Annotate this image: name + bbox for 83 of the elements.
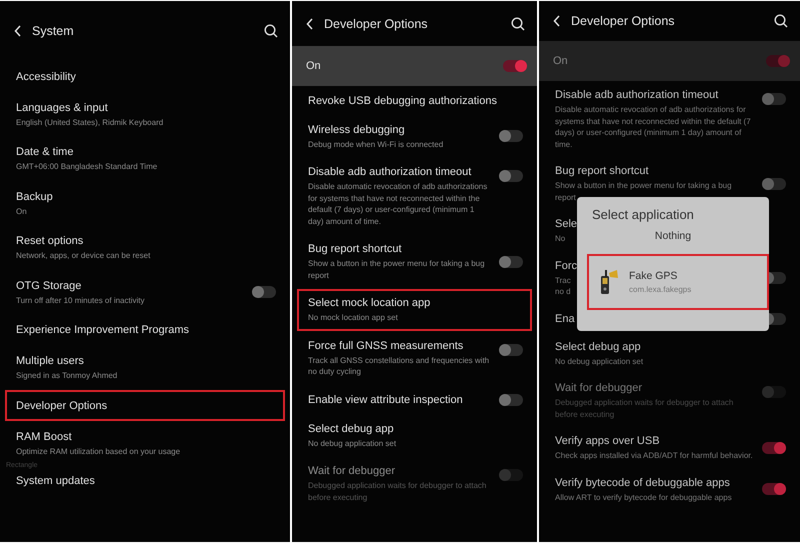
setting-description: Debug mode when Wi-Fi is connected: [308, 138, 444, 150]
master-switch-bar[interactable]: On: [292, 46, 537, 86]
setting-title[interactable]: Revoke USB debugging authorizations: [308, 94, 497, 108]
setting-title[interactable]: Accessibility: [16, 70, 76, 84]
back-icon[interactable]: [553, 15, 561, 27]
setting-description: GMT+06:00 Bangladesh Standard Time: [16, 161, 158, 172]
setting-title[interactable]: Enable view attribute inspection: [308, 392, 463, 406]
setting-title[interactable]: Sele: [555, 217, 578, 231]
toggle-switch[interactable]: [499, 130, 523, 142]
setting-description: Allow ART to verify bytecode for debuggable apps: [555, 492, 732, 503]
toggle-switch[interactable]: [762, 483, 786, 496]
switch-label: On: [553, 55, 568, 67]
back-icon[interactable]: [14, 25, 22, 37]
toggle-switch[interactable]: [762, 93, 786, 105]
setting-title: Select mock location app: [308, 296, 430, 310]
master-switch-bar[interactable]: On: [539, 41, 800, 81]
toggle-switch[interactable]: [499, 256, 523, 268]
back-icon[interactable]: [306, 18, 314, 30]
highlighted-settings-row[interactable]: Select mock location app No mock location app set: [297, 288, 532, 331]
setting-title[interactable]: OTG Storage: [16, 278, 82, 292]
setting-title[interactable]: Verify apps over USB: [555, 434, 660, 448]
toggle-switch[interactable]: [499, 344, 523, 356]
setting-title[interactable]: Verify bytecode of debuggable apps: [555, 476, 730, 490]
setting-title[interactable]: Disable adb authorization timeout: [555, 88, 718, 102]
dialog-title: Select application: [591, 207, 695, 222]
setting-description: Debugged application waits for debugger to attach before executing: [308, 480, 488, 503]
setting-title[interactable]: RAM Boost: [16, 430, 72, 444]
setting-title: Developer Options: [16, 398, 108, 412]
setting-title[interactable]: Multiple users: [16, 354, 84, 368]
setting-description: Check apps installed via ADB/ADT for harmful behavior.: [555, 450, 753, 462]
highlighted-settings-row[interactable]: Developer Options: [5, 390, 285, 421]
search-icon[interactable]: [511, 16, 525, 30]
setting-title[interactable]: Bug report shortcut: [308, 242, 402, 256]
toggle-switch[interactable]: [503, 60, 527, 72]
package-name: com.lexa.fakegps: [629, 285, 692, 294]
setting-description: Turn off after 10 minutes of inactivity: [16, 294, 145, 306]
switch-label: On: [306, 60, 321, 72]
app-option[interactable]: Nothing: [577, 228, 769, 244]
setting-title[interactable]: Select debug app: [308, 422, 394, 436]
setting-description: English (United States), Ridmik Keyboard: [16, 116, 164, 128]
search-icon[interactable]: [774, 14, 788, 28]
setting-title[interactable]: Languages & input: [16, 100, 108, 114]
setting-title[interactable]: Disable adb authorization timeout: [308, 165, 472, 179]
app-option[interactable]: Fake GPS com.lexa.fakegps: [587, 254, 769, 310]
setting-description: No: [555, 233, 566, 244]
setting-title[interactable]: System updates: [16, 474, 95, 488]
setting-description: Debugged application waits for debugger to attach before executing: [555, 397, 734, 420]
setting-title[interactable]: Forc: [555, 258, 577, 272]
screen-title: System: [32, 24, 75, 38]
search-icon[interactable]: [264, 24, 278, 38]
setting-title[interactable]: Backup: [16, 190, 53, 204]
setting-description: No mock location app set: [308, 312, 398, 324]
screen-title: Developer Options: [324, 16, 429, 30]
setting-title[interactable]: Bug report shortcut: [555, 164, 649, 178]
setting-description: Show a button in the power menu for taking a bug report: [555, 180, 733, 203]
setting-title[interactable]: Ena: [555, 312, 575, 326]
option-label: Nothing: [654, 230, 692, 242]
toggle-switch[interactable]: [499, 170, 523, 182]
setting-title[interactable]: Experience Improvement Programs: [16, 323, 190, 337]
setting-description: On: [16, 206, 27, 217]
toggle-switch[interactable]: [252, 286, 276, 298]
setting-description: No debug application set: [308, 438, 396, 449]
setting-description: No debug application set: [555, 356, 644, 367]
option-label: Fake GPS: [629, 270, 678, 282]
setting-title[interactable]: Reset options: [16, 234, 84, 248]
screen-title: Developer Options: [571, 14, 676, 28]
setting-title[interactable]: Force full GNSS measurements: [308, 338, 464, 352]
setting-description: Disable automatic revocation of adb authorizations for systems that have not reconnected within the default (7 days) or user-configured (minimum 1 day) amount of time.: [308, 181, 488, 227]
setting-description: Signed in as Tonmoy Ahmed: [16, 370, 118, 382]
toggle-switch[interactable]: [762, 442, 786, 454]
setting-title[interactable]: Wireless debugging: [308, 122, 405, 136]
toggle-switch[interactable]: [499, 394, 523, 406]
toggle-switch[interactable]: [762, 178, 786, 190]
setting-description: Track all GNSS constellations and frequencies with no duty cycling: [308, 354, 490, 378]
toggle-switch[interactable]: [766, 55, 790, 67]
setting-description: Trac no d: [555, 274, 571, 298]
setting-title[interactable]: Select debug app: [555, 340, 641, 354]
setting-description: Network, apps, or device can be reset: [16, 250, 150, 262]
setting-title[interactable]: Date & time: [16, 145, 74, 159]
setting-description: Disable automatic revocation of adb authorizations for systems that have not reconnected within the default (7 days) or user-configured (minimum 1 day) amount of time.: [555, 104, 752, 150]
setting-description: Show a button in the power menu for taking a bug report: [308, 258, 486, 281]
setting-description: Optimize RAM utilization based on your usage: [16, 446, 180, 457]
gps-device-icon: [599, 269, 619, 295]
